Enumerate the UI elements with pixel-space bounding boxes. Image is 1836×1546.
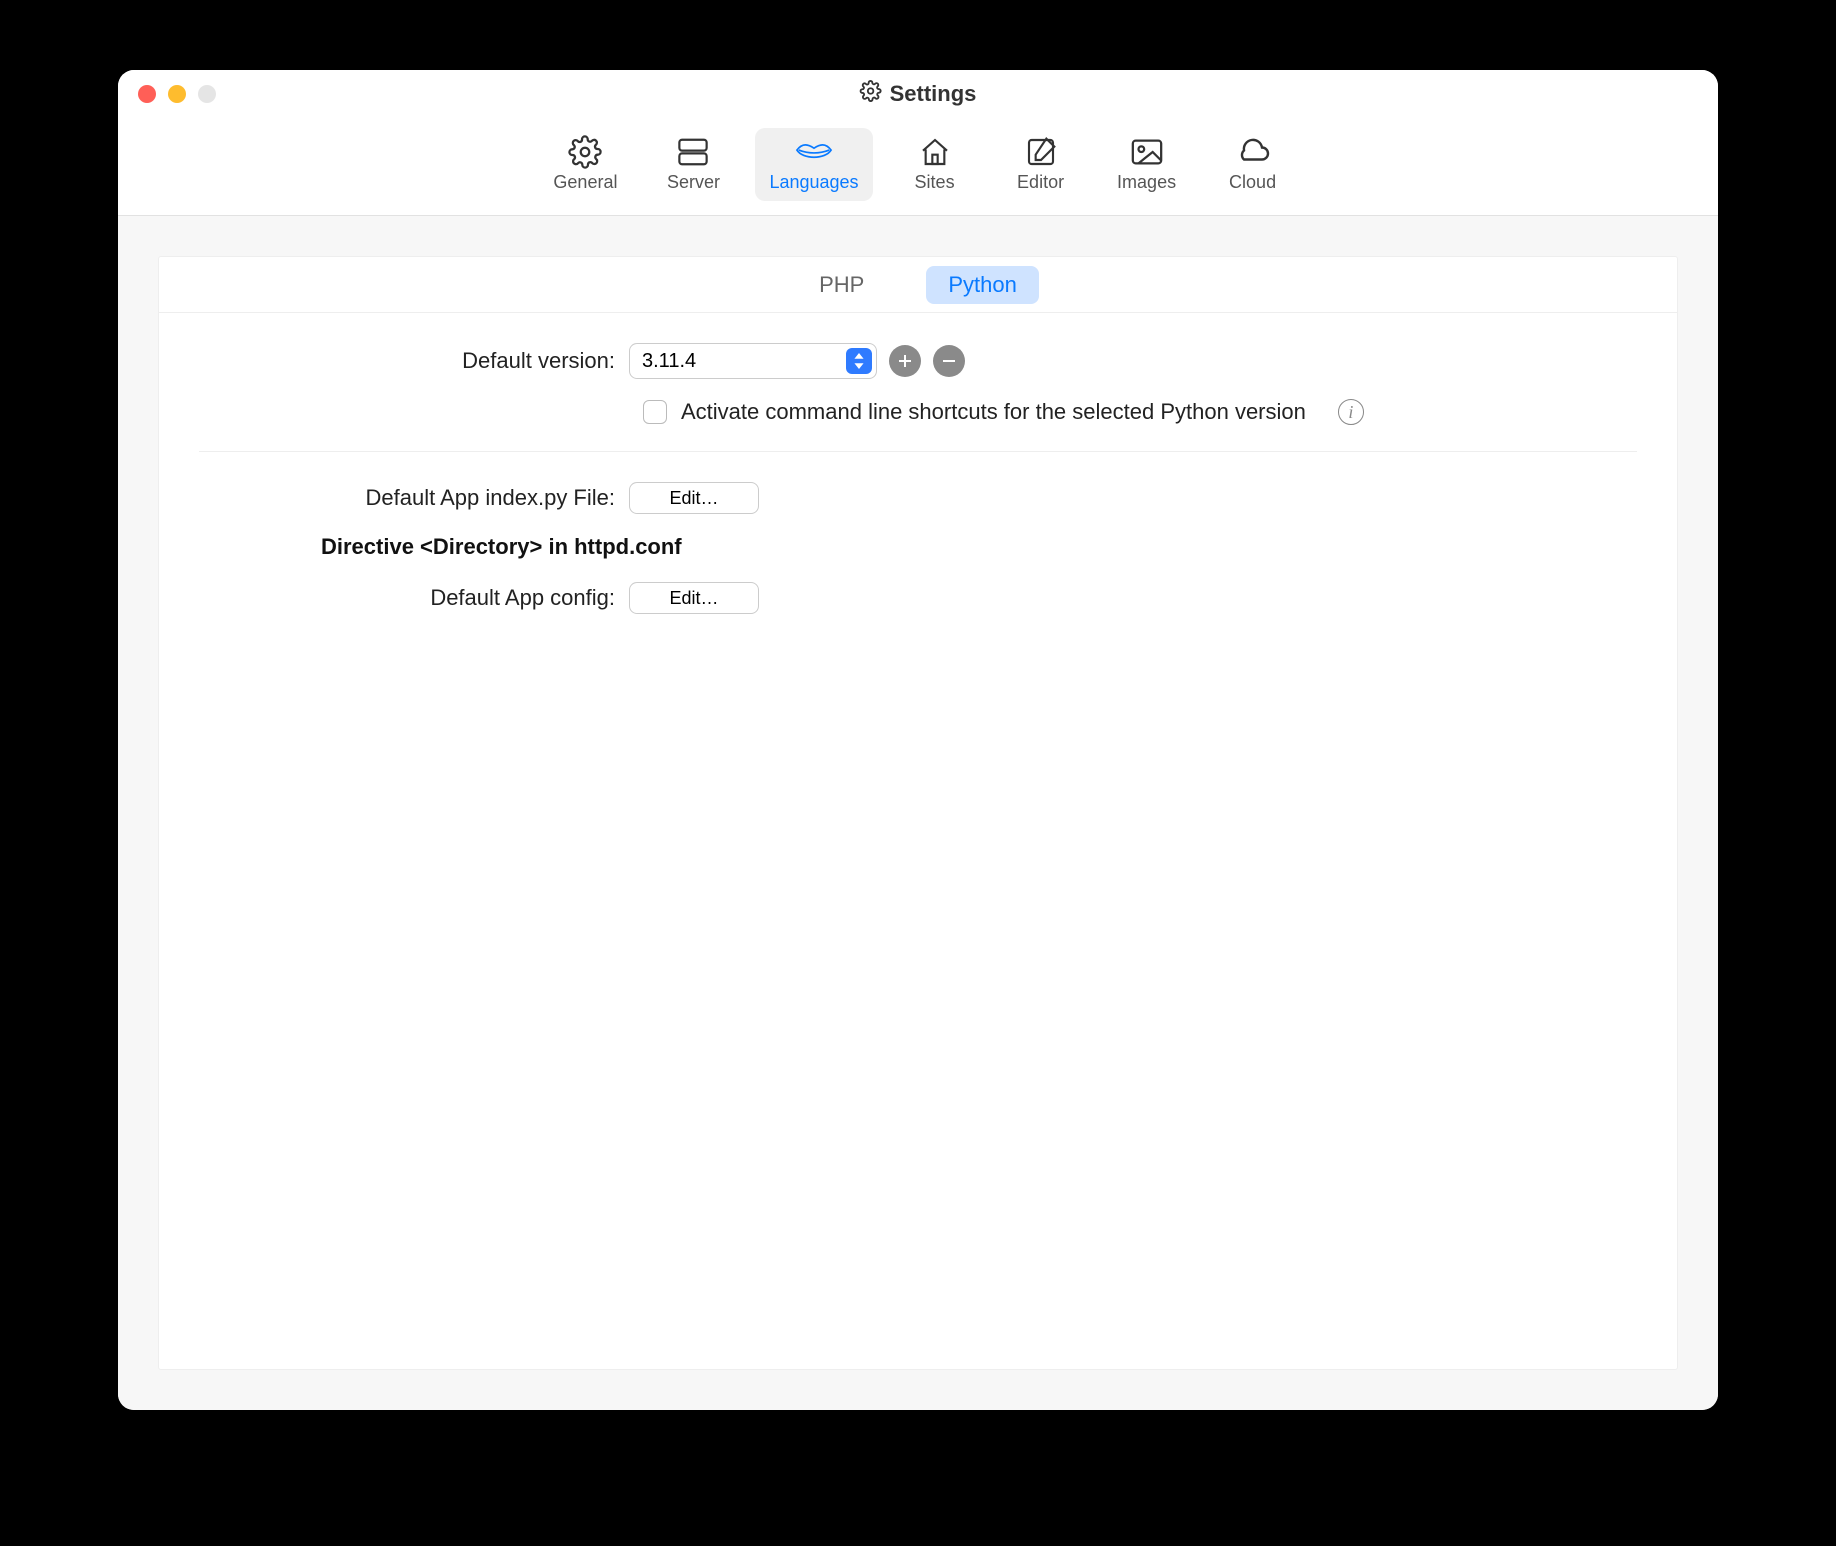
gear-icon (566, 136, 604, 168)
settings-toolbar: General Server Languages (118, 118, 1718, 216)
traffic-lights (118, 85, 216, 103)
edit-index-button[interactable]: Edit… (629, 482, 759, 514)
toolbar-item-editor[interactable]: Editor (997, 128, 1085, 201)
toolbar-label: Languages (769, 172, 858, 193)
subtab-php[interactable]: PHP (797, 266, 886, 304)
zoom-window-button[interactable] (198, 85, 216, 103)
window-title: Settings (860, 80, 977, 108)
select-arrows-icon (846, 348, 872, 374)
python-settings-form: Default version: 3.11.4 (159, 313, 1677, 634)
toolbar-item-cloud[interactable]: Cloud (1209, 128, 1297, 201)
close-window-button[interactable] (138, 85, 156, 103)
remove-version-button[interactable] (933, 345, 965, 377)
titlebar: Settings (118, 70, 1718, 118)
settings-window: Settings General Server (118, 70, 1718, 1410)
directive-heading: Directive <Directory> in httpd.conf (321, 534, 1637, 560)
default-app-config-label: Default App config: (199, 585, 629, 611)
toolbar-label: Sites (915, 172, 955, 193)
info-icon[interactable]: i (1338, 399, 1364, 425)
minimize-window-button[interactable] (168, 85, 186, 103)
default-version-row: Default version: 3.11.4 (199, 343, 1637, 379)
default-app-index-row: Default App index.py File: Edit… (199, 482, 1637, 514)
editor-icon (1022, 136, 1060, 168)
image-icon (1128, 136, 1166, 168)
cloud-icon (1234, 136, 1272, 168)
toolbar-label: Server (667, 172, 720, 193)
toolbar-label: Editor (1017, 172, 1064, 193)
home-icon (916, 136, 954, 168)
edit-config-button[interactable]: Edit… (629, 582, 759, 614)
activate-shortcuts-label: Activate command line shortcuts for the … (681, 399, 1306, 425)
toolbar-label: Cloud (1229, 172, 1276, 193)
default-app-config-row: Default App config: Edit… (199, 582, 1637, 614)
activate-shortcuts-checkbox[interactable] (643, 400, 667, 424)
toolbar-item-images[interactable]: Images (1103, 128, 1191, 201)
default-version-value: 3.11.4 (642, 350, 696, 373)
toolbar-item-languages[interactable]: Languages (755, 128, 872, 201)
window-title-text: Settings (890, 81, 977, 107)
activate-shortcuts-row: Activate command line shortcuts for the … (643, 399, 1637, 425)
toolbar-item-general[interactable]: General (539, 128, 631, 201)
content-area: PHP Python Default version: 3.11.4 (118, 216, 1718, 1410)
languages-panel: PHP Python Default version: 3.11.4 (158, 256, 1678, 1370)
language-subtabs: PHP Python (159, 257, 1677, 313)
default-version-select[interactable]: 3.11.4 (629, 343, 877, 379)
toolbar-label: Images (1117, 172, 1176, 193)
toolbar-item-server[interactable]: Server (649, 128, 737, 201)
subtab-python[interactable]: Python (926, 266, 1039, 304)
lips-icon (795, 136, 833, 168)
divider (199, 451, 1637, 452)
default-version-label: Default version: (199, 348, 629, 374)
server-icon (674, 136, 712, 168)
toolbar-label: General (553, 172, 617, 193)
default-app-index-label: Default App index.py File: (199, 485, 629, 511)
toolbar-item-sites[interactable]: Sites (891, 128, 979, 201)
gear-icon (860, 80, 882, 108)
add-version-button[interactable] (889, 345, 921, 377)
